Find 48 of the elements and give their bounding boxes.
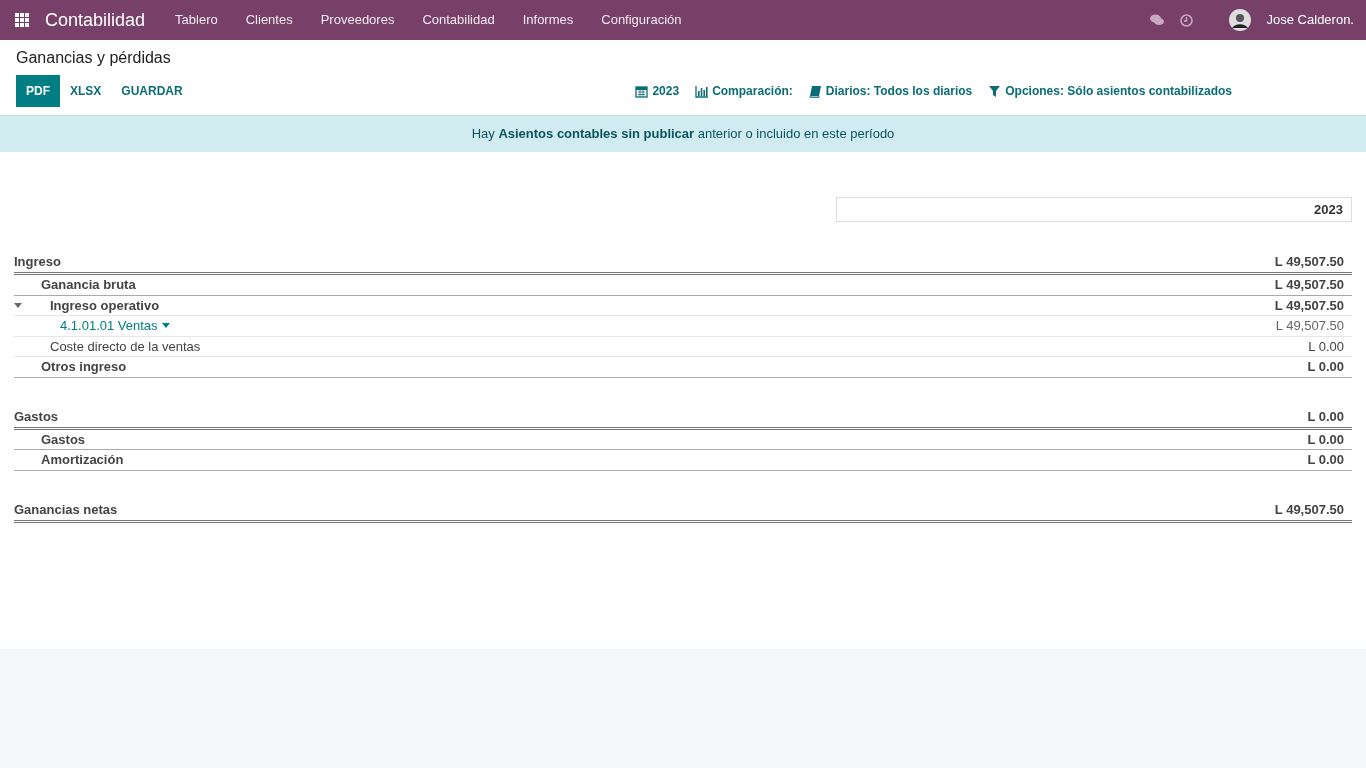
row-label: Ganancia bruta [41, 276, 136, 295]
user-name[interactable]: Jose Calderon. [1266, 10, 1354, 30]
row-amount: L 49,507.50 [1274, 253, 1345, 272]
filter-icon [988, 84, 1002, 98]
account-link[interactable]: 4.1.01.01 Ventas [60, 316, 170, 336]
row-amount: L 49,507.50 [1275, 317, 1345, 336]
row-amount: L 0.00 [1307, 407, 1345, 426]
action-button[interactable]: GUARDAR [111, 75, 193, 108]
filter-button[interactable]: Opciones: Sólo asientos contabilizados [988, 82, 1232, 101]
row-amount: L 49,507.50 [1274, 500, 1345, 519]
row-label: Ingreso [14, 253, 61, 272]
menu-item[interactable]: Informes [508, 10, 588, 30]
row-amount: L 0.00 [1307, 451, 1345, 470]
caret-down-icon [161, 323, 170, 329]
filter-button[interactable]: Comparación: [695, 82, 793, 101]
row-amount: L 0.00 [1307, 358, 1345, 377]
caret-down-icon[interactable] [14, 302, 22, 308]
row-amount: L 49,507.50 [1274, 296, 1345, 315]
calendar-icon [635, 84, 649, 98]
row-label: Ganancias netas [14, 500, 118, 519]
row-label: Gastos [41, 430, 86, 449]
row-label: Amortización [41, 451, 124, 470]
menu-item[interactable]: Contabilidad [408, 10, 509, 30]
row-amount: L 49,507.50 [1274, 276, 1345, 295]
row-label: Ingreso operativo [50, 296, 160, 315]
menu-item[interactable]: Proveedores [306, 10, 409, 30]
row-label: Gastos [14, 407, 59, 426]
menu-item[interactable]: Tablero [161, 10, 232, 30]
clock-icon[interactable] [1179, 13, 1193, 27]
row-label: Coste directo de la ventas [50, 337, 201, 356]
row-amount: L 0.00 [1308, 337, 1345, 356]
avatar-icon [1228, 9, 1251, 31]
page-title: Ganancias y pérdidas [16, 48, 172, 68]
book-icon [808, 84, 822, 98]
column-header: 2023 [836, 196, 1352, 223]
apps-grid-icon [15, 13, 29, 27]
app-title[interactable]: Contabilidad [45, 6, 146, 34]
row-label: Otros ingreso [41, 358, 127, 377]
menu-item[interactable]: Configuración [587, 10, 696, 30]
chat-icon[interactable] [1149, 14, 1164, 26]
alert-message: Hay Asientos contables sin publicar anterior o incluido en este período [0, 115, 1366, 152]
menu-item[interactable]: Clientes [231, 10, 307, 30]
bar-chart-icon [695, 84, 709, 98]
row-amount: L 0.00 [1307, 430, 1345, 449]
action-button[interactable]: PDF [16, 75, 60, 108]
filter-button[interactable]: Diarios: Todos los diarios [808, 82, 973, 101]
filter-button[interactable]: 2023 [635, 82, 680, 101]
action-button[interactable]: XLSX [60, 75, 112, 108]
